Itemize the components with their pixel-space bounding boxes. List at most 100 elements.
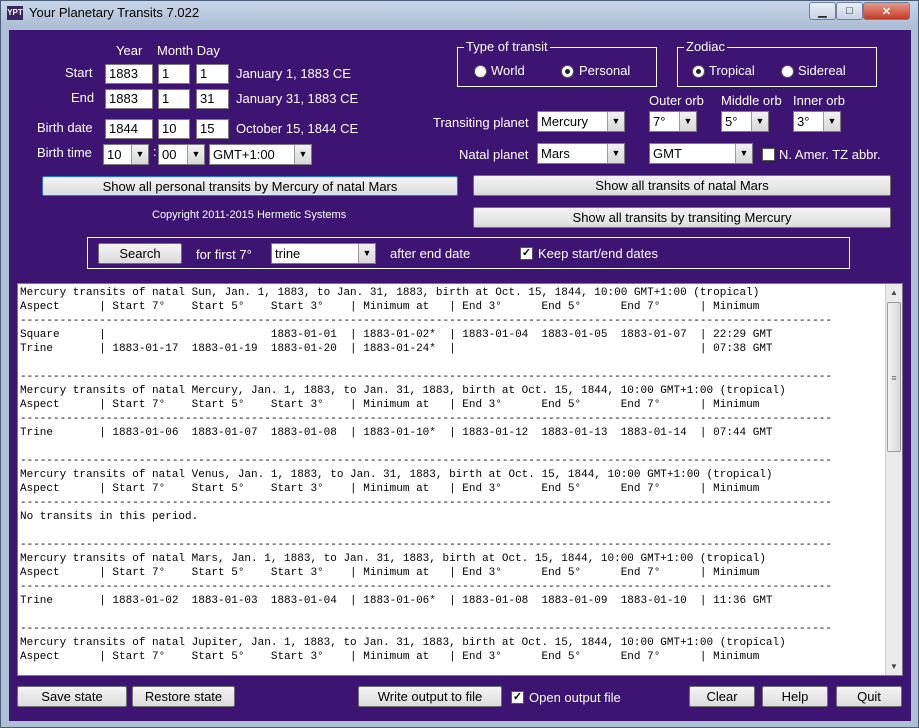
- search-button[interactable]: Search: [98, 243, 182, 264]
- after-end-date-label: after end date: [390, 246, 471, 261]
- main-panel: Year Month Day Start 1883 1 1 January 1,…: [9, 30, 911, 721]
- show-natal-transits-button[interactable]: Show all transits of natal Mars: [473, 175, 891, 196]
- maximize-icon: □: [846, 5, 853, 17]
- sidereal-radio[interactable]: [781, 65, 794, 78]
- scroll-up-icon[interactable]: ▲: [886, 284, 902, 301]
- inner-orb-label: Inner orb: [793, 93, 846, 108]
- chevron-down-icon: ▼: [735, 144, 752, 163]
- minimize-button[interactable]: ▁: [809, 2, 836, 20]
- birth-hour-select[interactable]: 10 ▼: [103, 144, 149, 165]
- month-day-header: Month Day: [157, 43, 220, 58]
- end-date-text: January 31, 1883 CE: [236, 91, 359, 106]
- scroll-down-icon[interactable]: ▼: [886, 658, 902, 675]
- birth-time-label: Birth time: [37, 145, 92, 160]
- output-text: Mercury transits of natal Sun, Jan. 1, 1…: [20, 287, 832, 663]
- outer-orb-value: 7°: [653, 114, 666, 129]
- close-button[interactable]: ✕: [863, 2, 910, 20]
- zodiac-group: Zodiac: [677, 39, 877, 87]
- show-personal-transits-button[interactable]: Show all personal transits by Mercury of…: [42, 176, 458, 196]
- output-timezone-value: GMT: [653, 146, 682, 161]
- birth-minute-value: 00: [162, 147, 177, 162]
- chevron-down-icon: ▼: [607, 144, 624, 163]
- na-tz-label[interactable]: N. Amer. TZ abbr.: [779, 147, 881, 162]
- transiting-planet-value: Mercury: [541, 114, 588, 129]
- tropical-radio[interactable]: [692, 65, 705, 78]
- search-for-first-label: for first 7°: [196, 247, 252, 262]
- birth-day-input[interactable]: 15: [196, 119, 229, 139]
- chevron-down-icon: ▼: [294, 145, 311, 164]
- chevron-down-icon: ▼: [823, 112, 840, 131]
- vertical-scrollbar[interactable]: ▲ ≡ ▼: [885, 284, 902, 675]
- end-month-input[interactable]: 1: [158, 89, 190, 109]
- checkmark-icon: ✓: [521, 247, 532, 259]
- open-output-checkbox[interactable]: ✓: [511, 691, 524, 704]
- window-title: Your Planetary Transits 7.022: [29, 5, 200, 20]
- time-separator: :: [153, 144, 157, 159]
- quit-button[interactable]: Quit: [836, 686, 902, 707]
- chevron-down-icon: ▼: [751, 112, 768, 131]
- world-radio[interactable]: [474, 65, 487, 78]
- end-day-input[interactable]: 31: [196, 89, 229, 109]
- scroll-thumb[interactable]: ≡: [887, 302, 901, 452]
- birth-timezone-value: GMT+1:00: [213, 147, 275, 162]
- grip-icon: ≡: [891, 373, 897, 383]
- sidereal-radio-label[interactable]: Sidereal: [798, 63, 846, 78]
- start-date-text: January 1, 1883 CE: [236, 66, 351, 81]
- save-state-button[interactable]: Save state: [17, 686, 127, 707]
- title-bar[interactable]: YPT Your Planetary Transits 7.022 ▁ □ ✕: [1, 1, 918, 25]
- output-timezone-select[interactable]: GMT ▼: [649, 143, 753, 164]
- keep-dates-checkbox[interactable]: ✓: [520, 247, 533, 260]
- personal-radio[interactable]: [561, 65, 574, 78]
- chevron-down-icon: ▼: [131, 145, 148, 164]
- keep-dates-label[interactable]: Keep start/end dates: [538, 246, 658, 261]
- world-radio-label[interactable]: World: [491, 63, 525, 78]
- aspect-value: trine: [275, 246, 301, 261]
- transit-type-title: Type of transit: [464, 39, 550, 55]
- copyright-text: Copyright 2011-2015 Hermetic Systems: [152, 209, 347, 221]
- show-transiting-transits-button[interactable]: Show all transits by transiting Mercury: [473, 207, 891, 228]
- outer-orb-label: Outer orb: [649, 93, 704, 108]
- chevron-down-icon: ▼: [679, 112, 696, 131]
- natal-planet-select[interactable]: Mars ▼: [537, 143, 625, 164]
- na-tz-checkbox[interactable]: [762, 148, 775, 161]
- middle-orb-select[interactable]: 5° ▼: [721, 111, 769, 132]
- middle-orb-value: 5°: [725, 114, 738, 129]
- start-label: Start: [65, 65, 93, 80]
- birth-date-text: October 15, 1844 CE: [236, 121, 359, 136]
- clear-button[interactable]: Clear: [689, 686, 755, 707]
- transiting-planet-label: Transiting planet: [433, 115, 529, 130]
- chevron-down-icon: ▼: [187, 145, 204, 164]
- open-output-label[interactable]: Open output file: [529, 690, 621, 705]
- year-header: Year: [116, 43, 143, 58]
- help-button[interactable]: Help: [762, 686, 828, 707]
- output-textarea[interactable]: Mercury transits of natal Sun, Jan. 1, 1…: [17, 283, 903, 676]
- inner-orb-select[interactable]: 3° ▼: [793, 111, 841, 132]
- birth-date-label: Birth date: [37, 120, 93, 135]
- outer-orb-select[interactable]: 7° ▼: [649, 111, 697, 132]
- zodiac-title: Zodiac: [684, 39, 728, 55]
- application-window: YPT Your Planetary Transits 7.022 ▁ □ ✕ …: [0, 0, 919, 728]
- personal-radio-label[interactable]: Personal: [579, 63, 630, 78]
- start-day-input[interactable]: 1: [196, 64, 229, 84]
- write-output-button[interactable]: Write output to file: [358, 686, 502, 707]
- natal-planet-label: Natal planet: [459, 147, 529, 162]
- close-icon: ✕: [881, 5, 892, 18]
- birth-minute-select[interactable]: 00 ▼: [158, 144, 205, 165]
- tropical-radio-label[interactable]: Tropical: [709, 63, 755, 78]
- start-month-input[interactable]: 1: [158, 64, 190, 84]
- birth-timezone-select[interactable]: GMT+1:00 ▼: [209, 144, 312, 165]
- birth-month-input[interactable]: 10: [158, 119, 190, 139]
- maximize-button[interactable]: □: [836, 2, 863, 20]
- birth-year-input[interactable]: 1844: [105, 119, 153, 139]
- checkmark-icon: ✓: [512, 691, 523, 703]
- chevron-down-icon: ▼: [607, 112, 624, 131]
- aspect-select[interactable]: trine ▼: [271, 243, 376, 264]
- start-year-input[interactable]: 1883: [105, 64, 153, 84]
- birth-hour-value: 10: [107, 147, 122, 162]
- restore-state-button[interactable]: Restore state: [132, 686, 235, 707]
- app-icon: YPT: [7, 6, 23, 20]
- inner-orb-value: 3°: [797, 114, 810, 129]
- transiting-planet-select[interactable]: Mercury ▼: [537, 111, 625, 132]
- end-year-input[interactable]: 1883: [105, 89, 153, 109]
- end-label: End: [71, 90, 95, 105]
